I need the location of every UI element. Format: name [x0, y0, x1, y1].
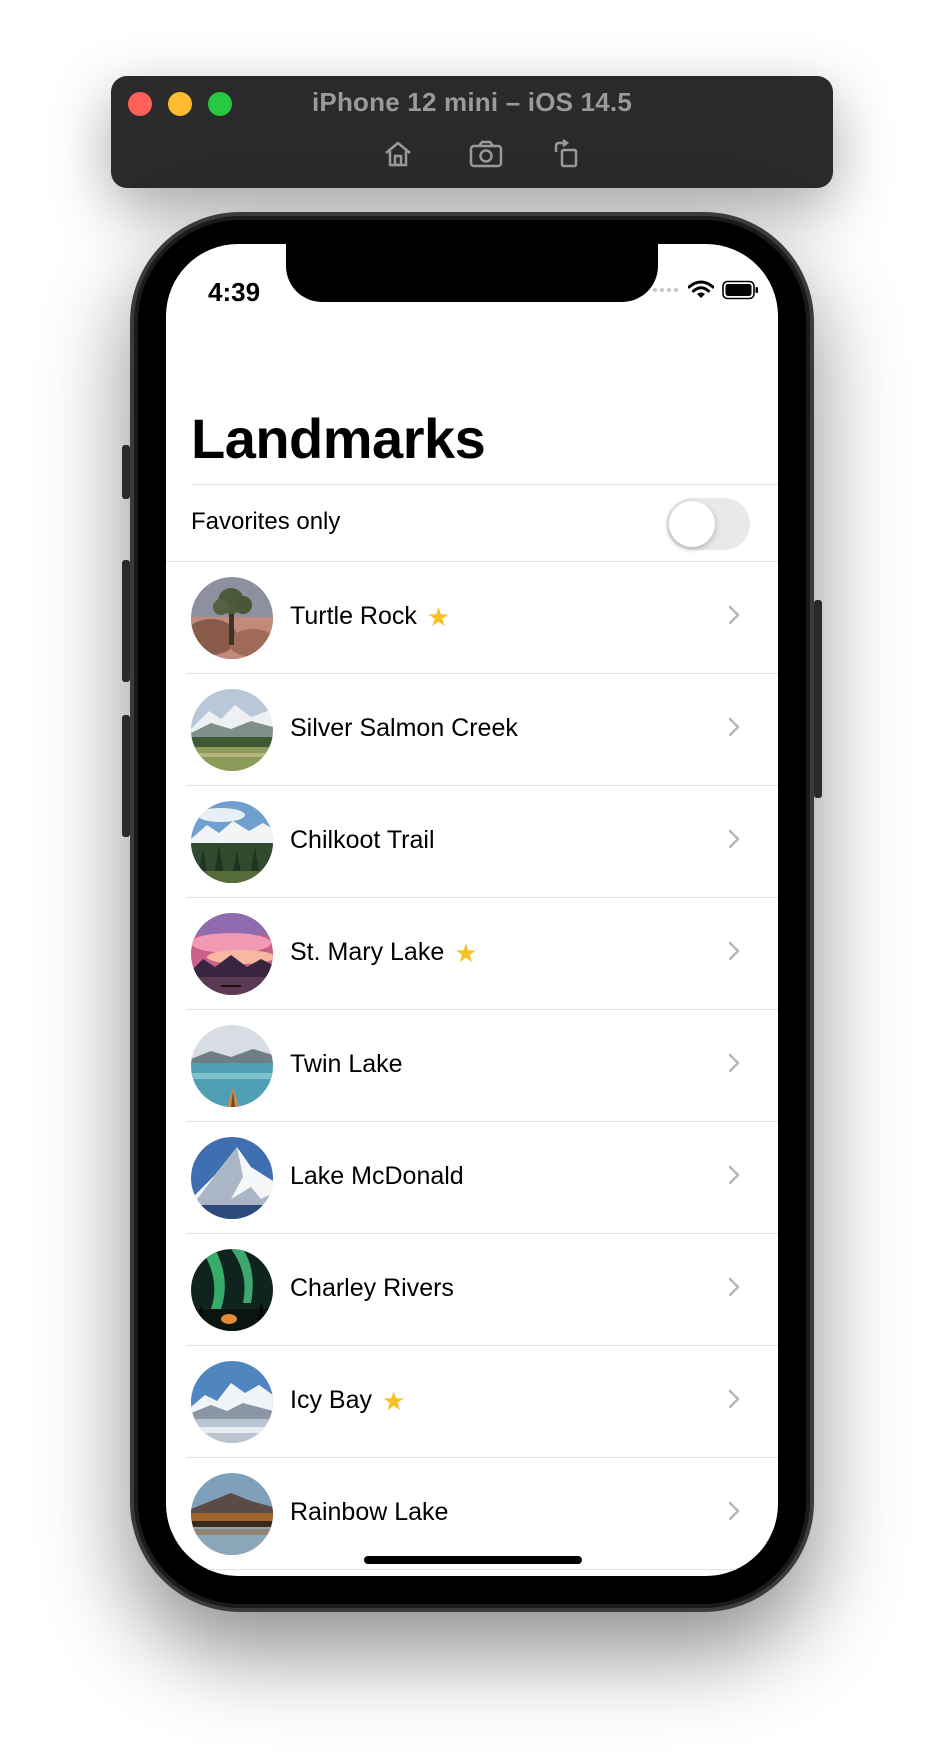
landmark-name: Lake McDonald [290, 1162, 464, 1190]
home-indicator[interactable] [364, 1556, 582, 1564]
screen: 4:39 Landmarks Favorites only Turtle Roc… [166, 244, 778, 1576]
title-divider [191, 484, 778, 485]
page-title: Landmarks [191, 407, 486, 470]
list-item-label: Rainbow Lake [290, 1498, 448, 1527]
chilkoot-trail-thumbnail [191, 801, 273, 883]
status-time: 4:39 [208, 277, 261, 307]
chevron-right-icon [728, 717, 740, 737]
list-item-rainbow-lake[interactable]: Rainbow Lake [166, 1458, 778, 1570]
star-icon: ★ [454, 937, 478, 968]
list-item-label: Charley Rivers [290, 1274, 454, 1303]
screenshot-icon [469, 140, 503, 168]
list-item-icy-bay[interactable]: Icy Bay ★ [166, 1346, 778, 1458]
list-item-chilkoot-trail[interactable]: Chilkoot Trail [166, 786, 778, 898]
list-item-label: Chilkoot Trail [290, 826, 435, 855]
home-button[interactable] [380, 136, 416, 172]
list-item-charley-rivers[interactable]: Charley Rivers [166, 1234, 778, 1346]
landmark-name: Chilkoot Trail [290, 826, 435, 854]
landmark-name: Twin Lake [290, 1050, 403, 1078]
list-item-label: St. Mary Lake ★ [290, 938, 478, 967]
icy-bay-thumbnail [191, 1361, 273, 1443]
star-icon: ★ [381, 1385, 406, 1416]
silver-salmon-creek-thumbnail [191, 689, 273, 771]
volume-up-button [122, 560, 130, 682]
mute-switch [122, 445, 130, 499]
chevron-right-icon [728, 1165, 740, 1185]
landmark-name: Turtle Rock [290, 602, 417, 630]
simulator-title: iPhone 12 mini – iOS 14.5 [311, 87, 632, 117]
row-divider [186, 1569, 778, 1570]
landmark-name: Charley Rivers [290, 1274, 454, 1302]
landmark-name: Rainbow Lake [290, 1498, 449, 1526]
list-item-label: Twin Lake [290, 1050, 403, 1079]
list-item-label: Icy Bay ★ [290, 1386, 405, 1415]
lake-mcdonald-thumbnail [191, 1137, 273, 1219]
landmark-name: Silver Salmon Creek [290, 714, 518, 742]
favorites-only-label: Favorites only [191, 508, 341, 535]
chevron-right-icon [728, 829, 740, 849]
favorites-only-toggle[interactable] [666, 498, 750, 550]
chevron-right-icon [728, 941, 740, 961]
toggle-knob [669, 501, 715, 547]
status-icons [652, 280, 760, 300]
list-item-label: Lake McDonald [290, 1162, 464, 1191]
rainbow-lake-thumbnail [191, 1473, 273, 1555]
landmark-name: St. Mary Lake [290, 938, 445, 966]
volume-down-button [122, 715, 130, 837]
chevron-right-icon [728, 1277, 740, 1297]
list-item-lake-mcdonald[interactable]: Lake McDonald [166, 1122, 778, 1234]
chevron-right-icon [728, 1501, 740, 1521]
list-item-st-mary-lake[interactable]: St. Mary Lake ★ [166, 898, 778, 1010]
list-item-label: Turtle Rock ★ [290, 602, 450, 631]
battery-icon [722, 280, 758, 300]
list-item-turtle-rock[interactable]: Turtle Rock ★ [166, 562, 778, 674]
list-item-label: Silver Salmon Creek [290, 714, 518, 743]
landmark-name: Icy Bay [290, 1386, 372, 1414]
st-mary-lake-thumbnail [191, 913, 273, 995]
chevron-right-icon [728, 1389, 740, 1409]
list-item-twin-lake[interactable]: Twin Lake [166, 1010, 778, 1122]
charley-rivers-thumbnail [191, 1249, 273, 1331]
chevron-right-icon [728, 1053, 740, 1073]
home-icon [385, 141, 411, 167]
twin-lake-thumbnail [191, 1025, 273, 1107]
rotate-button[interactable] [548, 136, 584, 172]
cellular-signal-icon [652, 287, 679, 293]
wifi-icon [688, 280, 714, 298]
rotate-icon [554, 139, 578, 168]
power-button [814, 600, 822, 798]
turtle-rock-thumbnail [191, 577, 273, 659]
screenshot-button[interactable] [468, 136, 504, 172]
chevron-right-icon [728, 605, 740, 625]
notch [286, 244, 658, 302]
list-item-silver-salmon-creek[interactable]: Silver Salmon Creek [166, 674, 778, 786]
star-icon: ★ [426, 601, 451, 632]
